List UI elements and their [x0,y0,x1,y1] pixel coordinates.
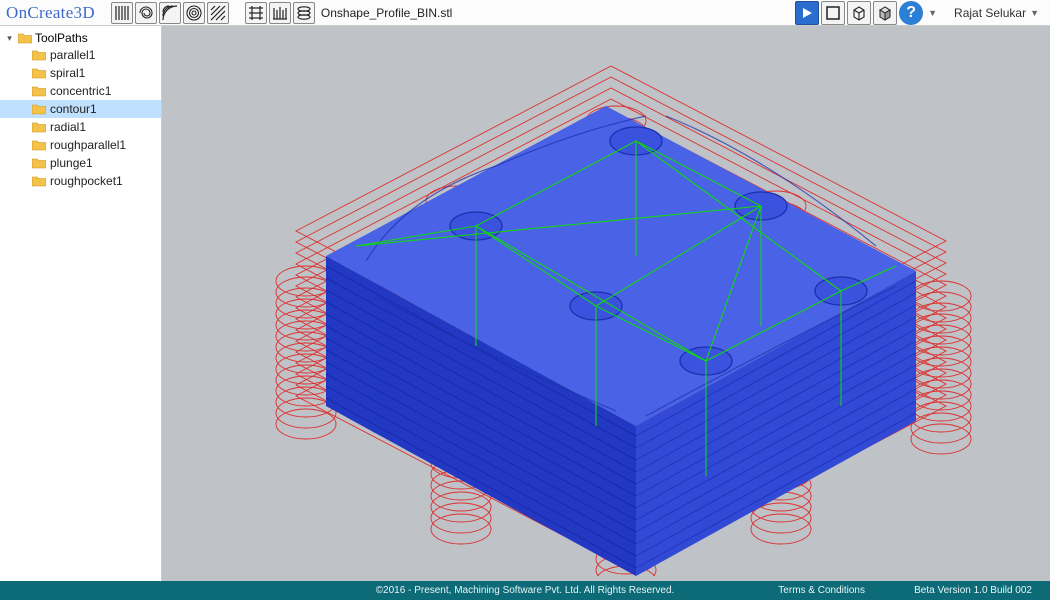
main-area: ▾ ToolPaths parallel1 spiral1 concentric1 c… [0,26,1050,581]
tree-item-label: roughparallel1 [50,138,126,152]
tree-root-label: ToolPaths [35,31,88,45]
pattern-rings-icon[interactable] [183,2,205,24]
pattern-parallel-icon[interactable] [111,2,133,24]
folder-icon [32,157,46,169]
folder-icon [32,139,46,151]
tree-item-label: roughpocket1 [50,174,123,188]
user-name: Rajat Selukar [954,6,1026,20]
tree-item-contour1[interactable]: contour1 [0,100,161,118]
folder-icon [32,103,46,115]
folder-icon [32,49,46,61]
folder-icon [18,32,32,44]
tree-item-label: concentric1 [50,84,111,98]
3d-viewport[interactable] [162,26,1050,581]
tree-item-label: plunge1 [50,156,93,170]
tree-item-radial1[interactable]: radial1 [0,118,161,136]
help-button[interactable]: ? [899,1,923,25]
tree-item-parallel1[interactable]: parallel1 [0,46,161,64]
folder-icon [32,121,46,133]
folder-icon [32,67,46,79]
tree-item-roughpocket1[interactable]: roughpocket1 [0,172,161,190]
play-button[interactable] [795,1,819,25]
app-logo: OnCreate3D [0,3,107,23]
top-toolbar: OnCreate3D Onshape_Profile_BIN.stl [0,0,1050,26]
toolpath-pattern-group1 [107,2,233,24]
tree-root-toolpaths[interactable]: ▾ ToolPaths [0,30,161,46]
pattern-spiral-icon[interactable] [135,2,157,24]
toolpath-pattern-group2 [241,2,319,24]
tree-item-label: spiral1 [50,66,85,80]
collapse-icon[interactable]: ▾ [4,33,15,44]
filename-label: Onshape_Profile_BIN.stl [319,6,452,20]
folder-icon [32,175,46,187]
tree-item-plunge1[interactable]: plunge1 [0,154,161,172]
pattern-hatch-icon[interactable] [245,2,267,24]
frame-view-button[interactable] [821,1,845,25]
footer-copyright: ©2016 - Present, Machining Software Pvt.… [376,585,675,596]
footer-bar: ©2016 - Present, Machining Software Pvt.… [0,581,1050,600]
model-render [176,31,1036,576]
tree-item-roughparallel1[interactable]: roughparallel1 [0,136,161,154]
tree-item-label: contour1 [50,102,97,116]
pattern-comb-icon[interactable] [269,2,291,24]
view-controls: ? ▼ [795,1,944,25]
folder-icon [32,85,46,97]
tree-item-label: parallel1 [50,48,95,62]
tree-item-concentric1[interactable]: concentric1 [0,82,161,100]
footer-terms-link[interactable]: Terms & Conditions [778,585,865,596]
tree-item-label: radial1 [50,120,86,134]
pattern-diagonal-icon[interactable] [207,2,229,24]
user-menu[interactable]: Rajat Selukar ▼ [944,6,1050,20]
pattern-concentric-icon[interactable] [159,2,181,24]
tree-sidebar: ▾ ToolPaths parallel1 spiral1 concentric1 c… [0,26,162,581]
cube-wire-button[interactable] [847,1,871,25]
pattern-stack-icon[interactable] [293,2,315,24]
help-dropdown-caret[interactable]: ▼ [928,8,937,18]
footer-version: Beta Version 1.0 Build 002 [914,585,1032,596]
cube-solid-button[interactable] [873,1,897,25]
user-caret-icon: ▼ [1030,8,1039,18]
tree-item-spiral1[interactable]: spiral1 [0,64,161,82]
